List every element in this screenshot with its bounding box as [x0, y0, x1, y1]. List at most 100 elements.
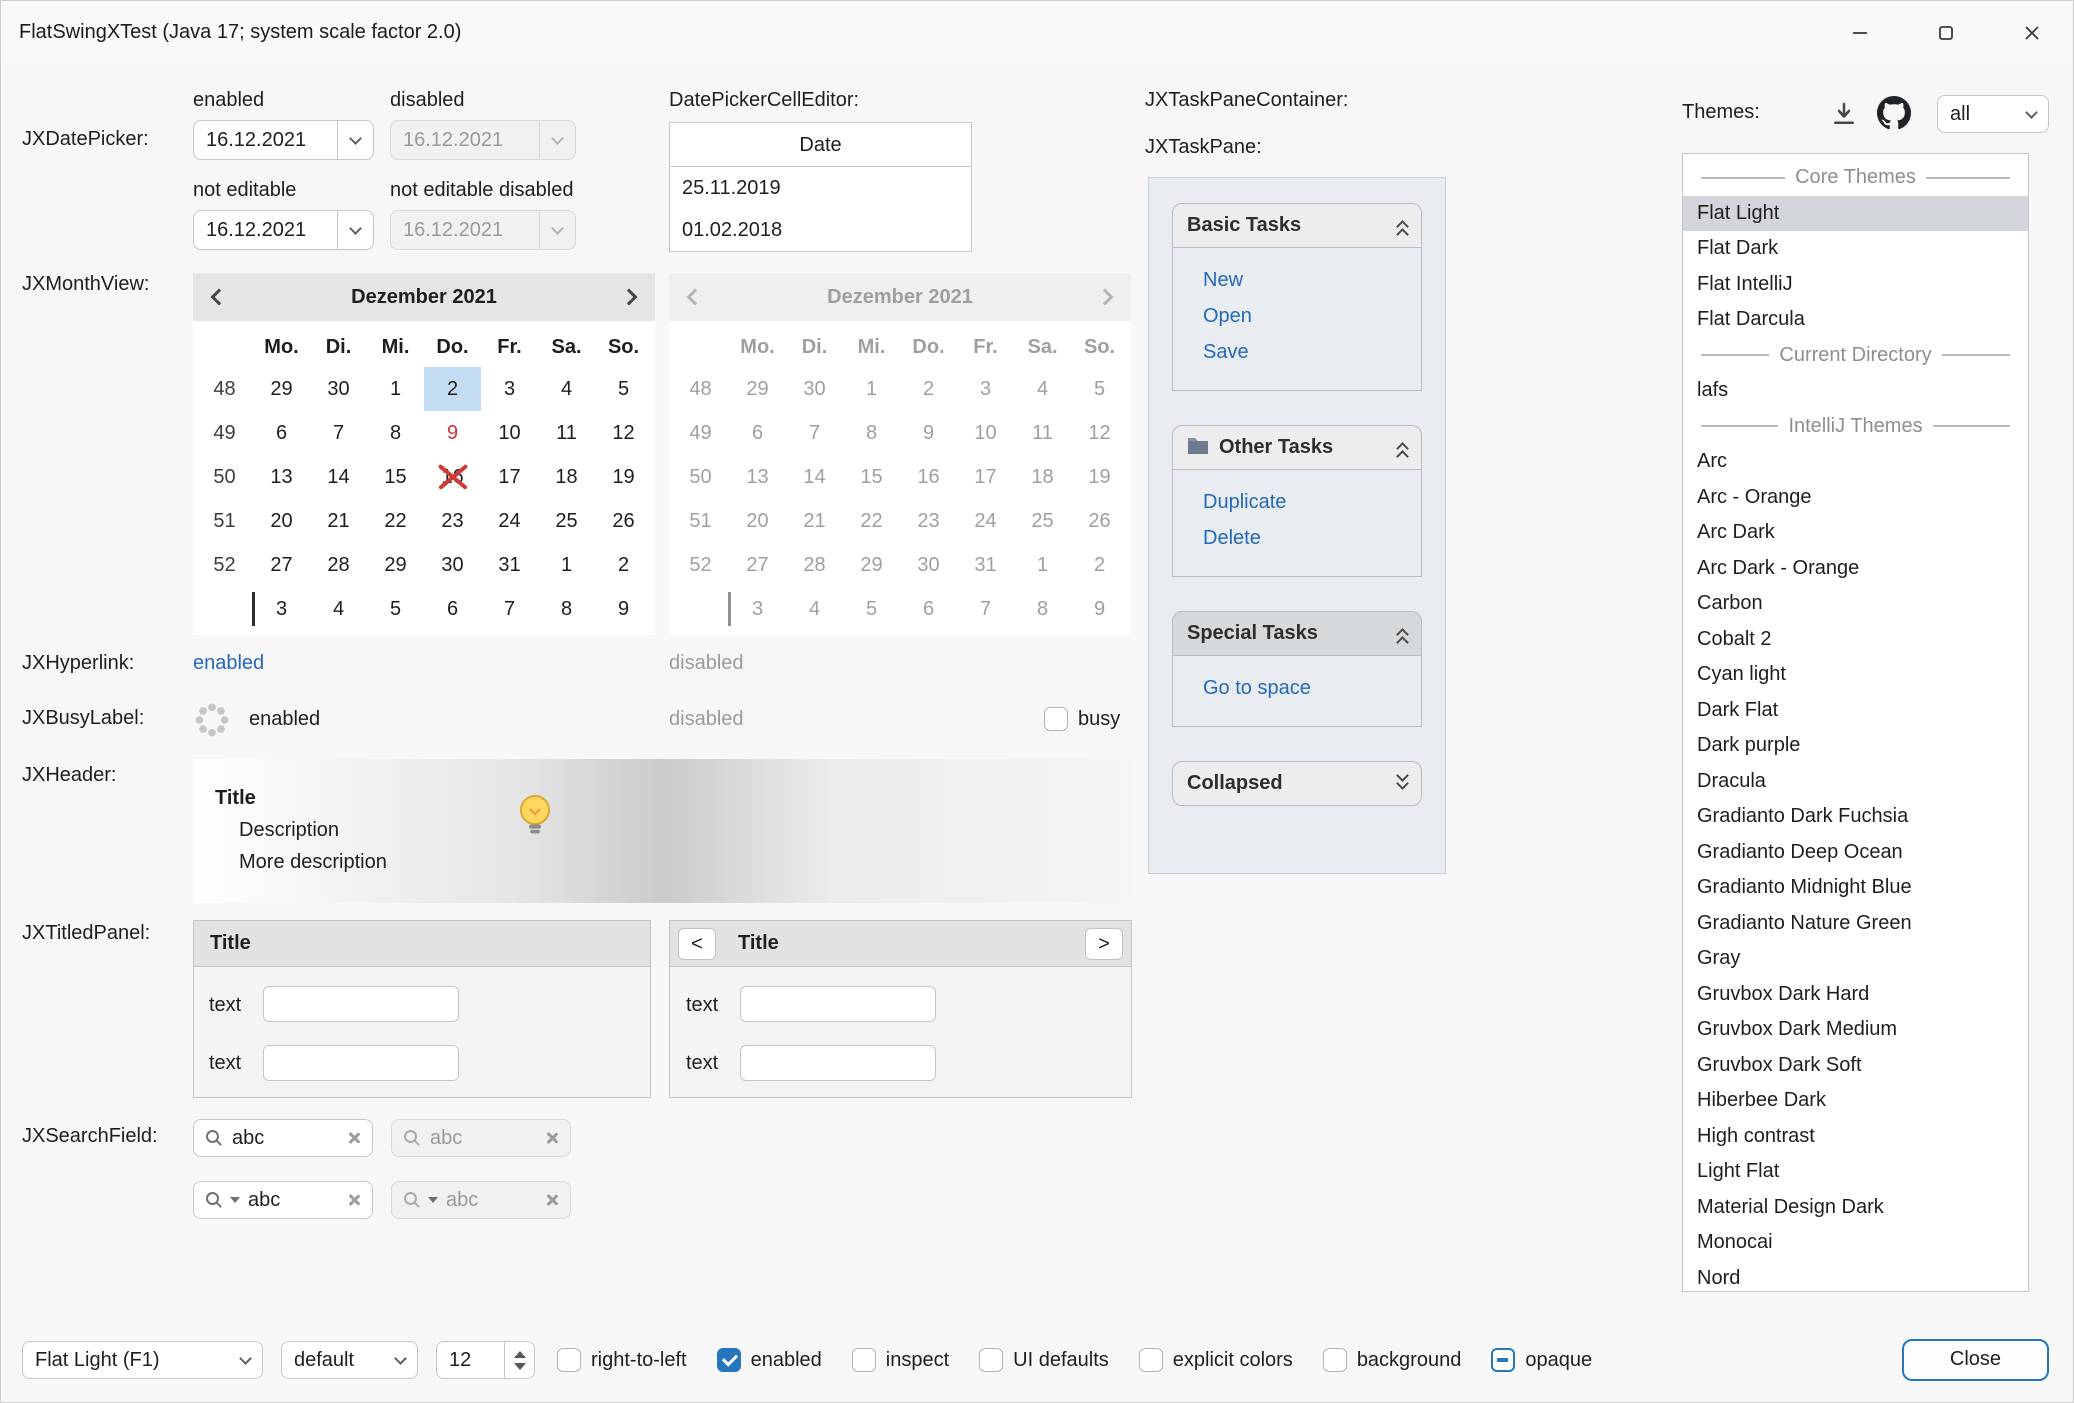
- calendar-day[interactable]: 3: [253, 587, 310, 631]
- calendar-day[interactable]: 10: [481, 411, 538, 455]
- calendar-day[interactable]: 4: [310, 587, 367, 631]
- datepicker-dropdown-button[interactable]: [337, 121, 373, 159]
- calendar-day[interactable]: 1: [538, 543, 595, 587]
- clear-icon[interactable]: [346, 1192, 362, 1208]
- task-pane-header[interactable]: Basic Tasks: [1172, 203, 1422, 248]
- combobox-value[interactable]: all: [1938, 103, 2014, 126]
- checkbox-label[interactable]: inspect: [886, 1349, 949, 1372]
- close-button[interactable]: Close: [1902, 1339, 2049, 1381]
- datepicker-not-editable[interactable]: 16.12.2021: [193, 210, 374, 250]
- next-button[interactable]: >: [1085, 928, 1123, 960]
- taskpane-link[interactable]: Go to space: [1203, 670, 1421, 706]
- calendar-day[interactable]: 4: [538, 367, 595, 411]
- calendar-day[interactable]: 26: [595, 499, 652, 543]
- chevron-double-up-icon[interactable]: [1398, 626, 1407, 642]
- calendar-day[interactable]: 6: [424, 587, 481, 631]
- taskpane-link[interactable]: Save: [1203, 334, 1421, 370]
- calendar-day[interactable]: 17: [481, 455, 538, 499]
- theme-list-item[interactable]: Dracula: [1683, 764, 2028, 800]
- theme-list-item[interactable]: Dark Flat: [1683, 693, 2028, 729]
- search-field-with-menu[interactable]: abc: [193, 1181, 373, 1219]
- theme-list-item[interactable]: Hiberbee Dark: [1683, 1083, 2028, 1119]
- calendar-day[interactable]: 20: [253, 499, 310, 543]
- theme-list-item[interactable]: Gradianto Deep Ocean: [1683, 835, 2028, 871]
- search-input[interactable]: abc: [232, 1127, 338, 1150]
- checkbox-label[interactable]: right-to-left: [591, 1349, 687, 1372]
- taskpane-link[interactable]: Delete: [1203, 520, 1421, 556]
- theme-list-item[interactable]: Flat Darcula: [1683, 302, 2028, 338]
- theme-list-item[interactable]: Gray: [1683, 941, 2028, 977]
- busy-checkbox-item[interactable]: busy: [1044, 707, 1120, 731]
- checkbox-label[interactable]: UI defaults: [1013, 1349, 1109, 1372]
- checkbox-ui-defaults[interactable]: [979, 1348, 1003, 1372]
- spinner-down-icon[interactable]: [514, 1363, 526, 1370]
- theme-list-item[interactable]: Flat Light: [1683, 196, 2028, 232]
- theme-list-item[interactable]: Flat Dark: [1683, 231, 2028, 267]
- calendar-day[interactable]: 1: [367, 367, 424, 411]
- calendar-day[interactable]: 11: [538, 411, 595, 455]
- combobox-value[interactable]: Flat Light (F1): [23, 1349, 228, 1372]
- calendar-day[interactable]: 7: [310, 411, 367, 455]
- calendar-day[interactable]: 30: [310, 367, 367, 411]
- themes-list[interactable]: Core ThemesFlat LightFlat DarkFlat Intel…: [1682, 153, 2029, 1292]
- calendar-day[interactable]: 3: [481, 367, 538, 411]
- checkbox-label[interactable]: explicit colors: [1173, 1349, 1293, 1372]
- checkbox-right-to-left[interactable]: [557, 1348, 581, 1372]
- calendar-day[interactable]: 9: [424, 411, 481, 455]
- calendar-day[interactable]: 28: [310, 543, 367, 587]
- calendar-day[interactable]: 25: [538, 499, 595, 543]
- theme-list-item[interactable]: Gruvbox Dark Hard: [1683, 977, 2028, 1013]
- titled-panel-text-input[interactable]: [740, 986, 936, 1022]
- github-icon[interactable]: [1877, 96, 1911, 130]
- calendar-day[interactable]: 5: [367, 587, 424, 631]
- calendar-day[interactable]: 6: [253, 411, 310, 455]
- datepicker-dropdown-button[interactable]: [337, 211, 373, 249]
- theme-list-item[interactable]: Gradianto Midnight Blue: [1683, 870, 2028, 906]
- titled-panel-text-input[interactable]: [263, 986, 459, 1022]
- theme-list-item[interactable]: Gruvbox Dark Soft: [1683, 1048, 2028, 1084]
- taskpane-link[interactable]: Open: [1203, 298, 1421, 334]
- calendar-day[interactable]: 30: [424, 543, 481, 587]
- datepicker-enabled[interactable]: 16.12.2021: [193, 120, 374, 160]
- theme-list-item[interactable]: Dark purple: [1683, 728, 2028, 764]
- checkbox-label[interactable]: background: [1357, 1349, 1462, 1372]
- busy-checkbox[interactable]: [1044, 707, 1068, 731]
- task-pane-header[interactable]: Special Tasks: [1172, 611, 1422, 656]
- combobox-value[interactable]: default: [282, 1349, 383, 1372]
- calendar-day[interactable]: 29: [367, 543, 424, 587]
- table-row[interactable]: 25.11.2019: [670, 167, 971, 209]
- task-pane-header[interactable]: Other Tasks: [1172, 425, 1422, 470]
- calendar-day[interactable]: 19: [595, 455, 652, 499]
- task-pane-header[interactable]: Collapsed: [1172, 761, 1422, 806]
- spinner-up-icon[interactable]: [514, 1351, 526, 1358]
- themes-filter-combobox[interactable]: all: [1937, 95, 2049, 133]
- titled-panel-text-input[interactable]: [263, 1045, 459, 1081]
- theme-list-item[interactable]: Material Design Dark: [1683, 1190, 2028, 1226]
- calendar-day[interactable]: 2: [424, 367, 481, 411]
- checkbox-inspect[interactable]: [852, 1348, 876, 1372]
- theme-list-item[interactable]: Cobalt 2: [1683, 622, 2028, 658]
- next-month-icon[interactable]: [621, 289, 638, 306]
- calendar-day[interactable]: 7: [481, 587, 538, 631]
- theme-list-item[interactable]: Arc Dark - Orange: [1683, 551, 2028, 587]
- calendar-day[interactable]: 22: [367, 499, 424, 543]
- calendar-day[interactable]: 8: [538, 587, 595, 631]
- theme-list-item[interactable]: Monocai: [1683, 1225, 2028, 1261]
- theme-list-item[interactable]: Arc Dark: [1683, 515, 2028, 551]
- calendar-day[interactable]: 9: [595, 587, 652, 631]
- calendar-day[interactable]: 2: [595, 543, 652, 587]
- calendar-day[interactable]: 13: [253, 455, 310, 499]
- chevron-double-up-icon[interactable]: [1398, 218, 1407, 234]
- theme-list-item[interactable]: Carbon: [1683, 586, 2028, 622]
- checkbox-background[interactable]: [1323, 1348, 1347, 1372]
- checkbox-label[interactable]: busy: [1078, 708, 1120, 731]
- theme-list-item[interactable]: Light Flat: [1683, 1154, 2028, 1190]
- calendar-day[interactable]: 16: [424, 455, 481, 499]
- prev-button[interactable]: <: [678, 928, 716, 960]
- font-combobox[interactable]: default: [281, 1341, 418, 1379]
- search-field[interactable]: abc: [193, 1119, 373, 1157]
- taskpane-link[interactable]: New: [1203, 262, 1421, 298]
- chevron-double-up-icon[interactable]: [1398, 440, 1407, 456]
- search-menu-arrow-icon[interactable]: [230, 1197, 240, 1203]
- theme-list-item[interactable]: Flat IntelliJ: [1683, 267, 2028, 303]
